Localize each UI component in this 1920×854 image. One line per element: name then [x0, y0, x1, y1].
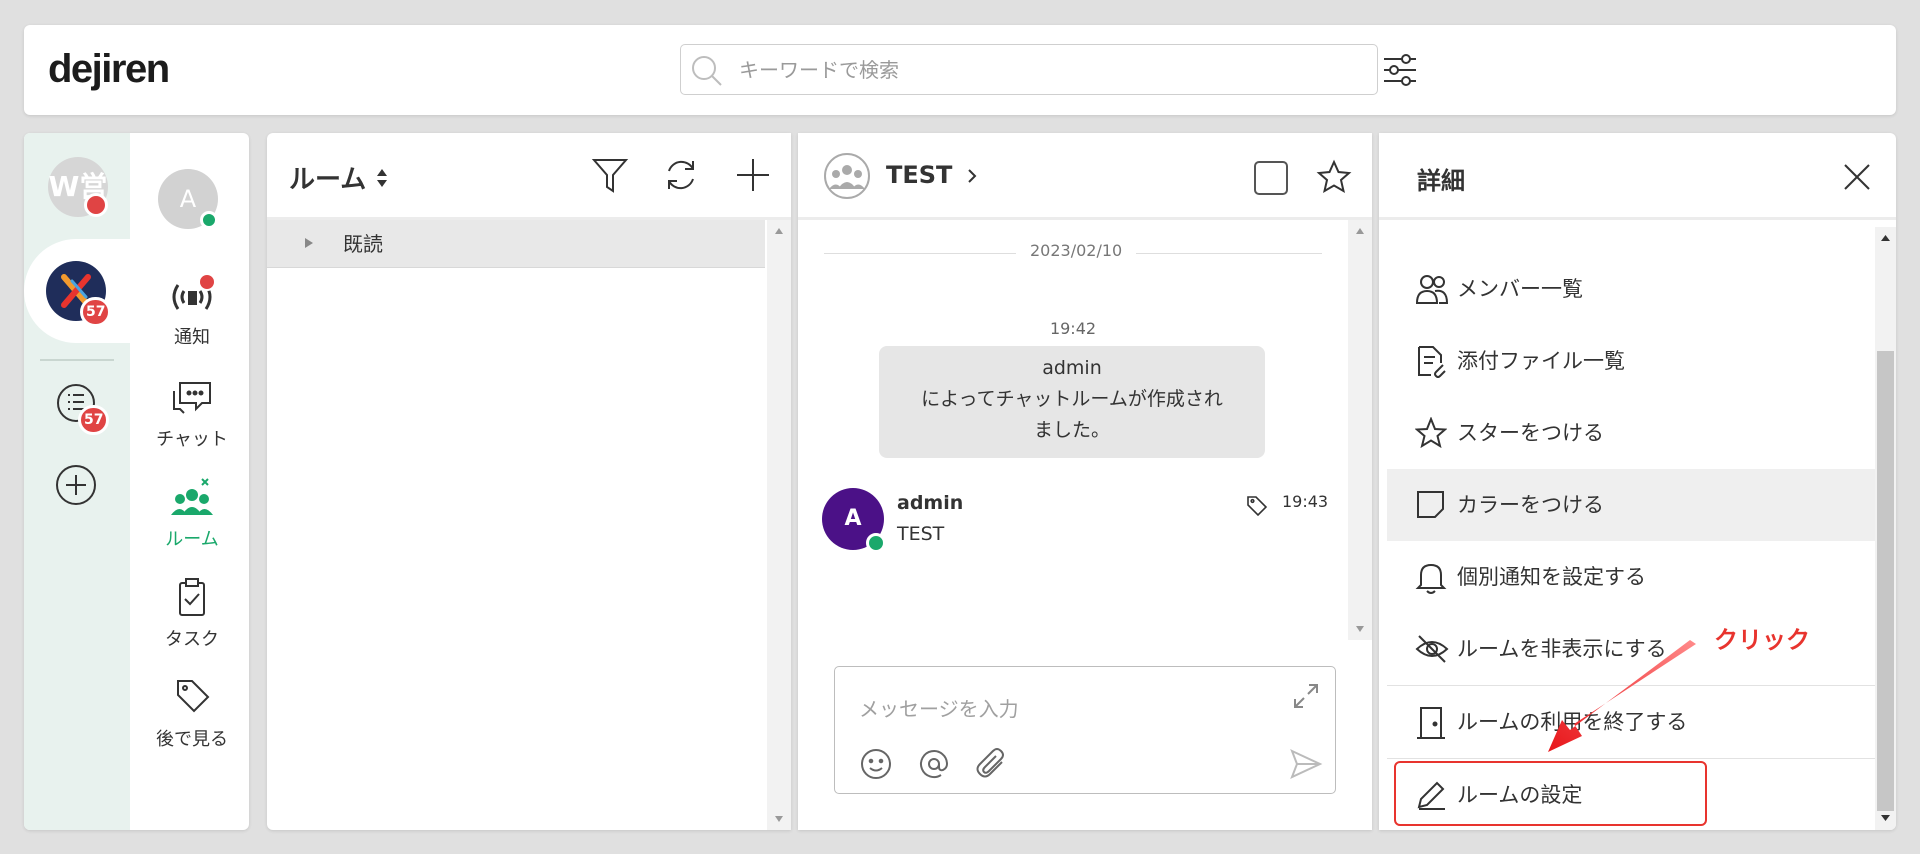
chat-bubbles-icon [173, 382, 211, 414]
avatar-initial: A [844, 506, 862, 531]
color-label-icon [1415, 489, 1447, 525]
emoji-icon[interactable] [859, 747, 893, 785]
message-author-name[interactable]: admin [897, 492, 963, 514]
details-item-label: 個別通知を設定する [1457, 565, 1646, 589]
tag-icon[interactable] [1246, 494, 1268, 520]
nav-read-later[interactable]: 後で見る [142, 677, 242, 751]
clipboard-check-icon [179, 578, 205, 616]
people-group-icon [171, 478, 213, 515]
nav-task[interactable]: タスク [142, 577, 242, 651]
details-item-label: スターをつける [1457, 421, 1604, 445]
expand-triangle-icon [303, 235, 315, 254]
search-field[interactable]: キーワードで検索 [680, 44, 1378, 95]
search-filter-settings-icon[interactable] [1376, 46, 1424, 98]
click-target-highlight [1394, 761, 1707, 826]
nav-label: タスク [165, 629, 219, 650]
refresh-icon[interactable] [661, 155, 701, 199]
attachment-file-icon [1415, 345, 1447, 383]
scrollbar-thumb[interactable] [1877, 351, 1894, 811]
message-text: TEST [897, 523, 945, 545]
details-item-members[interactable]: メンバー一覧 [1387, 253, 1875, 325]
header-divider [1379, 217, 1896, 220]
scrollbar[interactable] [767, 220, 791, 830]
scrollbar[interactable] [1348, 220, 1372, 640]
nav-label: 後で見る [156, 729, 228, 750]
nav-label: ルーム [165, 529, 219, 550]
message-time: 19:43 [1282, 492, 1329, 511]
close-icon[interactable] [1839, 159, 1875, 199]
top-bar: dejiren キーワードで検索 [24, 25, 1896, 115]
eye-off-icon [1415, 633, 1449, 669]
filter-icon[interactable] [591, 155, 629, 199]
door-exit-icon [1415, 706, 1447, 744]
nav-label: チャット [156, 429, 228, 450]
add-workspace-icon[interactable] [54, 463, 98, 511]
expand-icon[interactable] [1291, 681, 1321, 715]
message-input-placeholder: メッセージを入力 [859, 697, 1019, 721]
navigation-rail: W営 57 57 A 通知 チャット ルーム タスク 後で見る [24, 133, 249, 830]
app-logo[interactable]: dejiren [48, 49, 170, 89]
system-message-line: admin [1042, 357, 1102, 379]
bell-icon [1415, 561, 1447, 599]
room-group-read[interactable]: 既読 [267, 220, 765, 268]
nav-room[interactable]: ルーム [142, 477, 242, 551]
sort-icon[interactable] [375, 167, 389, 193]
online-status-dot [200, 211, 218, 229]
system-message-time: 19:42 [1049, 319, 1097, 338]
chat-panel: TEST 2023/02/10 19:42 admin によってチャットルームが… [798, 133, 1372, 830]
header-divider [798, 217, 1372, 220]
members-icon [1415, 273, 1449, 309]
details-item-notification[interactable]: 個別通知を設定する [1387, 541, 1875, 613]
message-composer[interactable]: メッセージを入力 [834, 666, 1336, 794]
details-item-label: メンバー一覧 [1457, 277, 1583, 301]
select-checkbox[interactable] [1254, 161, 1288, 195]
chat-room-title[interactable]: TEST [886, 161, 952, 189]
system-message: admin によってチャットルームが作成され ました。 [879, 346, 1265, 458]
rail-divider [40, 359, 114, 361]
attachment-icon[interactable] [975, 747, 1009, 785]
details-item-label: カラーをつける [1457, 493, 1604, 517]
add-room-icon[interactable] [733, 155, 773, 199]
workspace-alert-dot [84, 193, 108, 217]
mention-icon[interactable] [917, 747, 951, 785]
room-group-avatar-icon[interactable] [824, 153, 870, 203]
chevron-right-icon[interactable] [966, 167, 978, 189]
user-avatar-initial: A [179, 185, 197, 213]
room-list-panel: ルーム 既読 [267, 133, 791, 830]
red-arrow-icon [1540, 640, 1700, 764]
details-item-attachments[interactable]: 添付ファイル一覧 [1387, 325, 1875, 397]
tag-icon [177, 680, 210, 713]
date-label: 2023/02/10 [1016, 241, 1137, 260]
details-title: 詳細 [1417, 167, 1465, 195]
star-icon[interactable] [1316, 159, 1352, 199]
send-icon[interactable] [1289, 747, 1323, 785]
details-item-color[interactable]: カラーをつける [1387, 469, 1875, 541]
search-placeholder: キーワードで検索 [739, 58, 899, 82]
system-message-line: によってチャットルームが作成され [921, 388, 1223, 410]
nav-notifications[interactable]: 通知 [142, 273, 242, 349]
details-item-label: 添付ファイル一覧 [1457, 349, 1625, 373]
room-list-title[interactable]: ルーム [289, 159, 366, 196]
search-icon [689, 53, 725, 93]
star-icon [1414, 416, 1448, 453]
notification-alert-dot [198, 273, 216, 291]
nav-chat[interactable]: チャット [142, 377, 242, 451]
nav-label: 通知 [174, 327, 210, 348]
system-message-line: ました。 [1033, 419, 1110, 441]
click-annotation-label: クリック [1714, 626, 1810, 654]
details-item-star[interactable]: スターをつける [1387, 397, 1875, 469]
room-group-label: 既読 [343, 232, 383, 256]
online-status-dot [866, 533, 886, 553]
